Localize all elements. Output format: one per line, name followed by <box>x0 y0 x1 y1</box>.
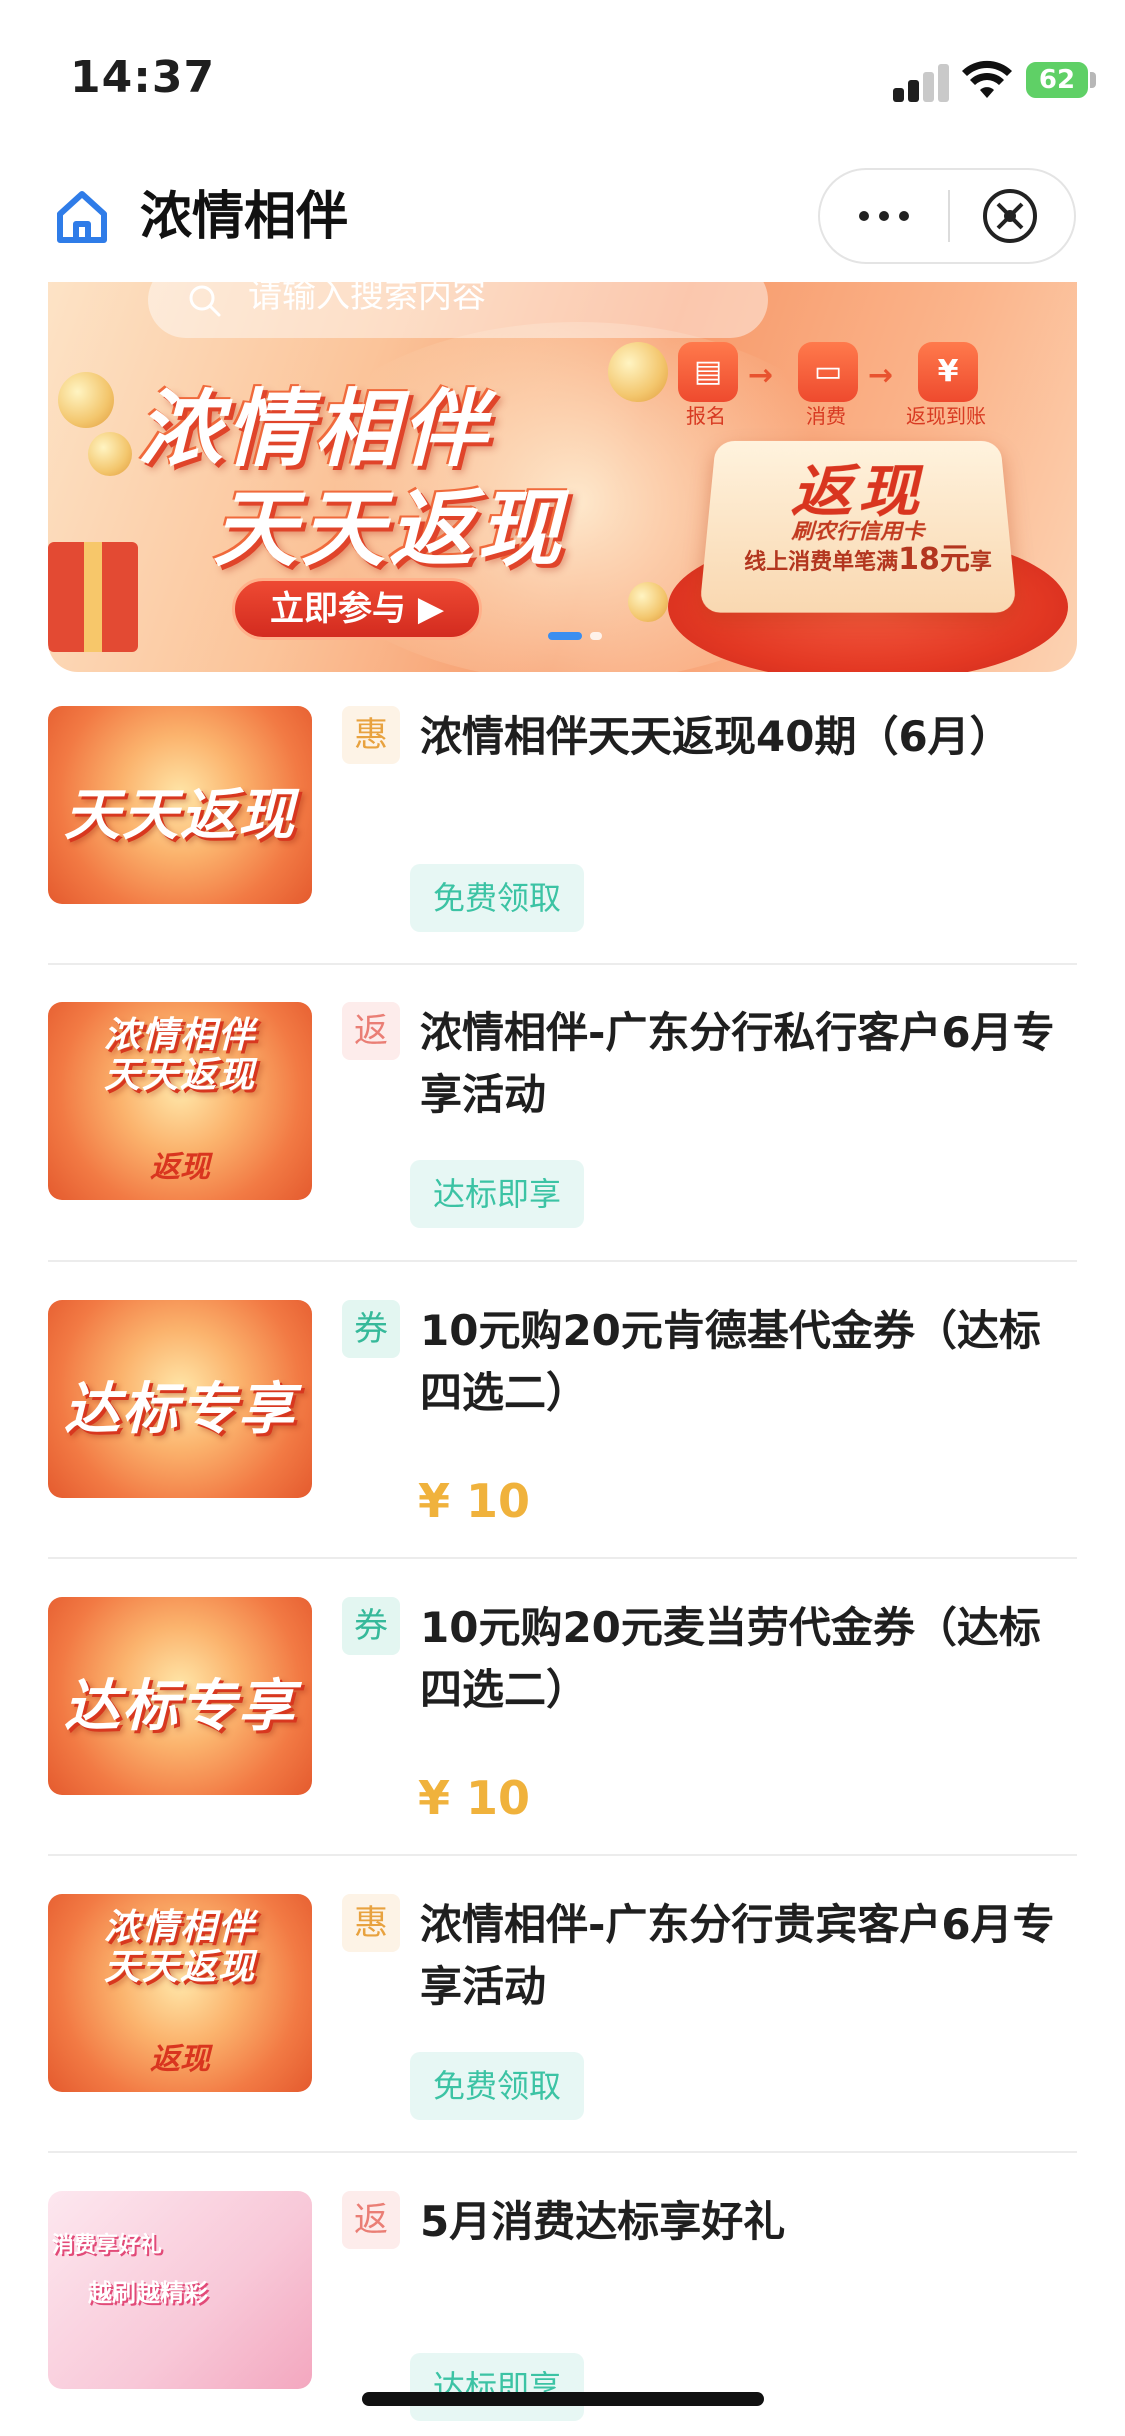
divider <box>48 1260 1077 1262</box>
promo-banner[interactable]: 请输入搜索内容 浓情相伴 天天返现 立即参与 ▶ ▤ → ▭ → ¥ 报名 消费… <box>48 282 1077 672</box>
step-glyph: ▭ <box>813 354 843 389</box>
item-thumbnail: 消费享好礼 越刷越精彩 <box>48 2191 312 2389</box>
list-item[interactable]: 天天返现 惠 浓情相伴天天返现40期（6月） 免费领取 <box>0 706 1125 1006</box>
status-time: 14:37 <box>70 52 216 103</box>
item-price: ¥ 10 <box>418 1771 531 1825</box>
item-price: ¥ 10 <box>418 1474 531 1528</box>
item-tag: 惠 <box>342 1894 400 1952</box>
thumbnail-card-text: 返现 <box>150 1150 210 1185</box>
item-title: 浓情相伴-广东分行贵宾客户6月专享活动 <box>420 1900 1055 2011</box>
carousel-dot <box>590 632 602 640</box>
list-item[interactable]: 达标专享 券 10元购20元麦当劳代金券（达标四选二） ¥ 10 <box>0 1597 1125 1897</box>
item-title: 10元购20元肯德基代金券（达标四选二） <box>420 1306 1041 1417</box>
item-tag: 返 <box>342 1002 400 1060</box>
card-note-prefix: 线上消费单笔满 <box>744 550 899 575</box>
search-bar[interactable]: 请输入搜索内容 <box>148 282 768 338</box>
item-title: 浓情相伴天天返现40期（6月） <box>420 712 1012 761</box>
item-title: 浓情相伴-广东分行私行客户6月专享活动 <box>420 1008 1055 1119</box>
search-icon <box>189 285 221 317</box>
capsule-divider <box>948 190 950 242</box>
more-button[interactable] <box>820 170 948 262</box>
thumbnail-text: 达标专享 <box>64 1674 296 1739</box>
thumbnail-text: 达标专享 <box>64 1377 296 1442</box>
coin-icon <box>628 582 668 622</box>
item-thumbnail: 浓情相伴 天天返现 返现 <box>48 1894 312 2092</box>
carousel-dot <box>548 632 582 640</box>
page-title: 浓情相伴 <box>140 187 349 247</box>
item-thumbnail: 达标专享 <box>48 1597 312 1795</box>
coin-icon <box>608 342 668 402</box>
card-note-amount: 18元 <box>898 542 970 577</box>
item-thumbnail: 达标专享 <box>48 1300 312 1498</box>
item-tag: 券 <box>342 1597 400 1655</box>
divider <box>48 2151 1077 2153</box>
cashback-card-note: 线上消费单笔满18元享 <box>718 534 1018 578</box>
home-icon[interactable] <box>52 186 112 246</box>
cashback-card: 返现 刷农行信用卡 <box>699 440 1017 613</box>
coin-icon <box>58 372 114 428</box>
thumbnail-text: 浓情相伴 <box>103 1907 256 1948</box>
list-item[interactable]: 达标专享 券 10元购20元肯德基代金券（达标四选二） ¥ 10 <box>0 1300 1125 1600</box>
nav-bar: 浓情相伴 <box>0 160 1125 280</box>
item-thumbnail: 浓情相伴 天天返现 返现 <box>48 1002 312 1200</box>
item-title: 5月消费达标享好礼 <box>420 2197 786 2246</box>
item-tag: 惠 <box>342 706 400 764</box>
list-item[interactable]: 浓情相伴 天天返现 返现 返 浓情相伴-广东分行私行客户6月专享活动 达标即享 <box>0 1002 1125 1302</box>
thumbnail-text: 越刷越精彩 <box>88 2279 208 2307</box>
more-dot-icon <box>859 211 869 221</box>
qualify-button[interactable]: 达标即享 <box>410 2353 584 2421</box>
signup-step-icon: ▤ <box>678 342 738 402</box>
thumbnail-card-text: 返现 <box>150 2042 210 2077</box>
cashback-step-icon: ¥ <box>918 342 978 402</box>
coin-icon <box>88 432 132 476</box>
divider <box>48 1557 1077 1559</box>
battery-level: 62 <box>1038 65 1076 95</box>
thumbnail-text: 浓情相伴 <box>103 1015 256 1056</box>
arrow-icon: → <box>748 358 774 393</box>
close-mini-program-button[interactable] <box>980 186 1040 246</box>
divider <box>48 963 1077 965</box>
claim-button[interactable]: 免费领取 <box>410 2052 584 2120</box>
spend-step-icon: ▭ <box>798 342 858 402</box>
item-tag: 券 <box>342 1300 400 1358</box>
battery-nub <box>1090 72 1096 88</box>
list-item[interactable]: 浓情相伴 天天返现 返现 惠 浓情相伴-广东分行贵宾客户6月专享活动 免费领取 <box>0 1894 1125 2194</box>
banner-title-line2: 天天返现 <box>213 480 566 578</box>
battery-icon: 62 <box>1026 62 1088 98</box>
qualify-button[interactable]: 达标即享 <box>410 1160 584 1228</box>
wifi-icon <box>962 60 1012 98</box>
more-dot-icon <box>879 211 889 221</box>
item-tag: 返 <box>342 2191 400 2249</box>
claim-button[interactable]: 免费领取 <box>410 864 584 932</box>
step-glyph: ▤ <box>693 354 723 389</box>
join-now-button[interactable]: 立即参与 ▶ <box>232 578 482 640</box>
search-placeholder: 请输入搜索内容 <box>248 282 486 316</box>
more-dot-icon <box>899 211 909 221</box>
cellular-signal-icon <box>893 62 949 102</box>
mini-program-capsule <box>818 168 1076 264</box>
thumbnail-text: 消费享好礼 <box>52 2233 163 2258</box>
step-glyph: ¥ <box>937 354 959 389</box>
home-indicator[interactable] <box>362 2392 764 2406</box>
thumbnail-text: 天天返现 <box>103 1947 256 1988</box>
thumbnail-text: 天天返现 <box>64 783 296 848</box>
divider <box>48 1854 1077 1856</box>
step-label: 返现到账 <box>906 404 986 428</box>
gift-box-icon <box>48 542 138 652</box>
step-label: 报名 <box>686 404 726 428</box>
item-thumbnail: 天天返现 <box>48 706 312 904</box>
card-note-suffix: 享 <box>969 550 992 575</box>
step-label: 消费 <box>806 404 846 428</box>
arrow-icon: → <box>868 358 894 393</box>
item-title: 10元购20元麦当劳代金券（达标四选二） <box>420 1603 1041 1714</box>
status-bar: 14:37 62 <box>0 0 1125 160</box>
thumbnail-text: 天天返现 <box>103 1055 256 1096</box>
